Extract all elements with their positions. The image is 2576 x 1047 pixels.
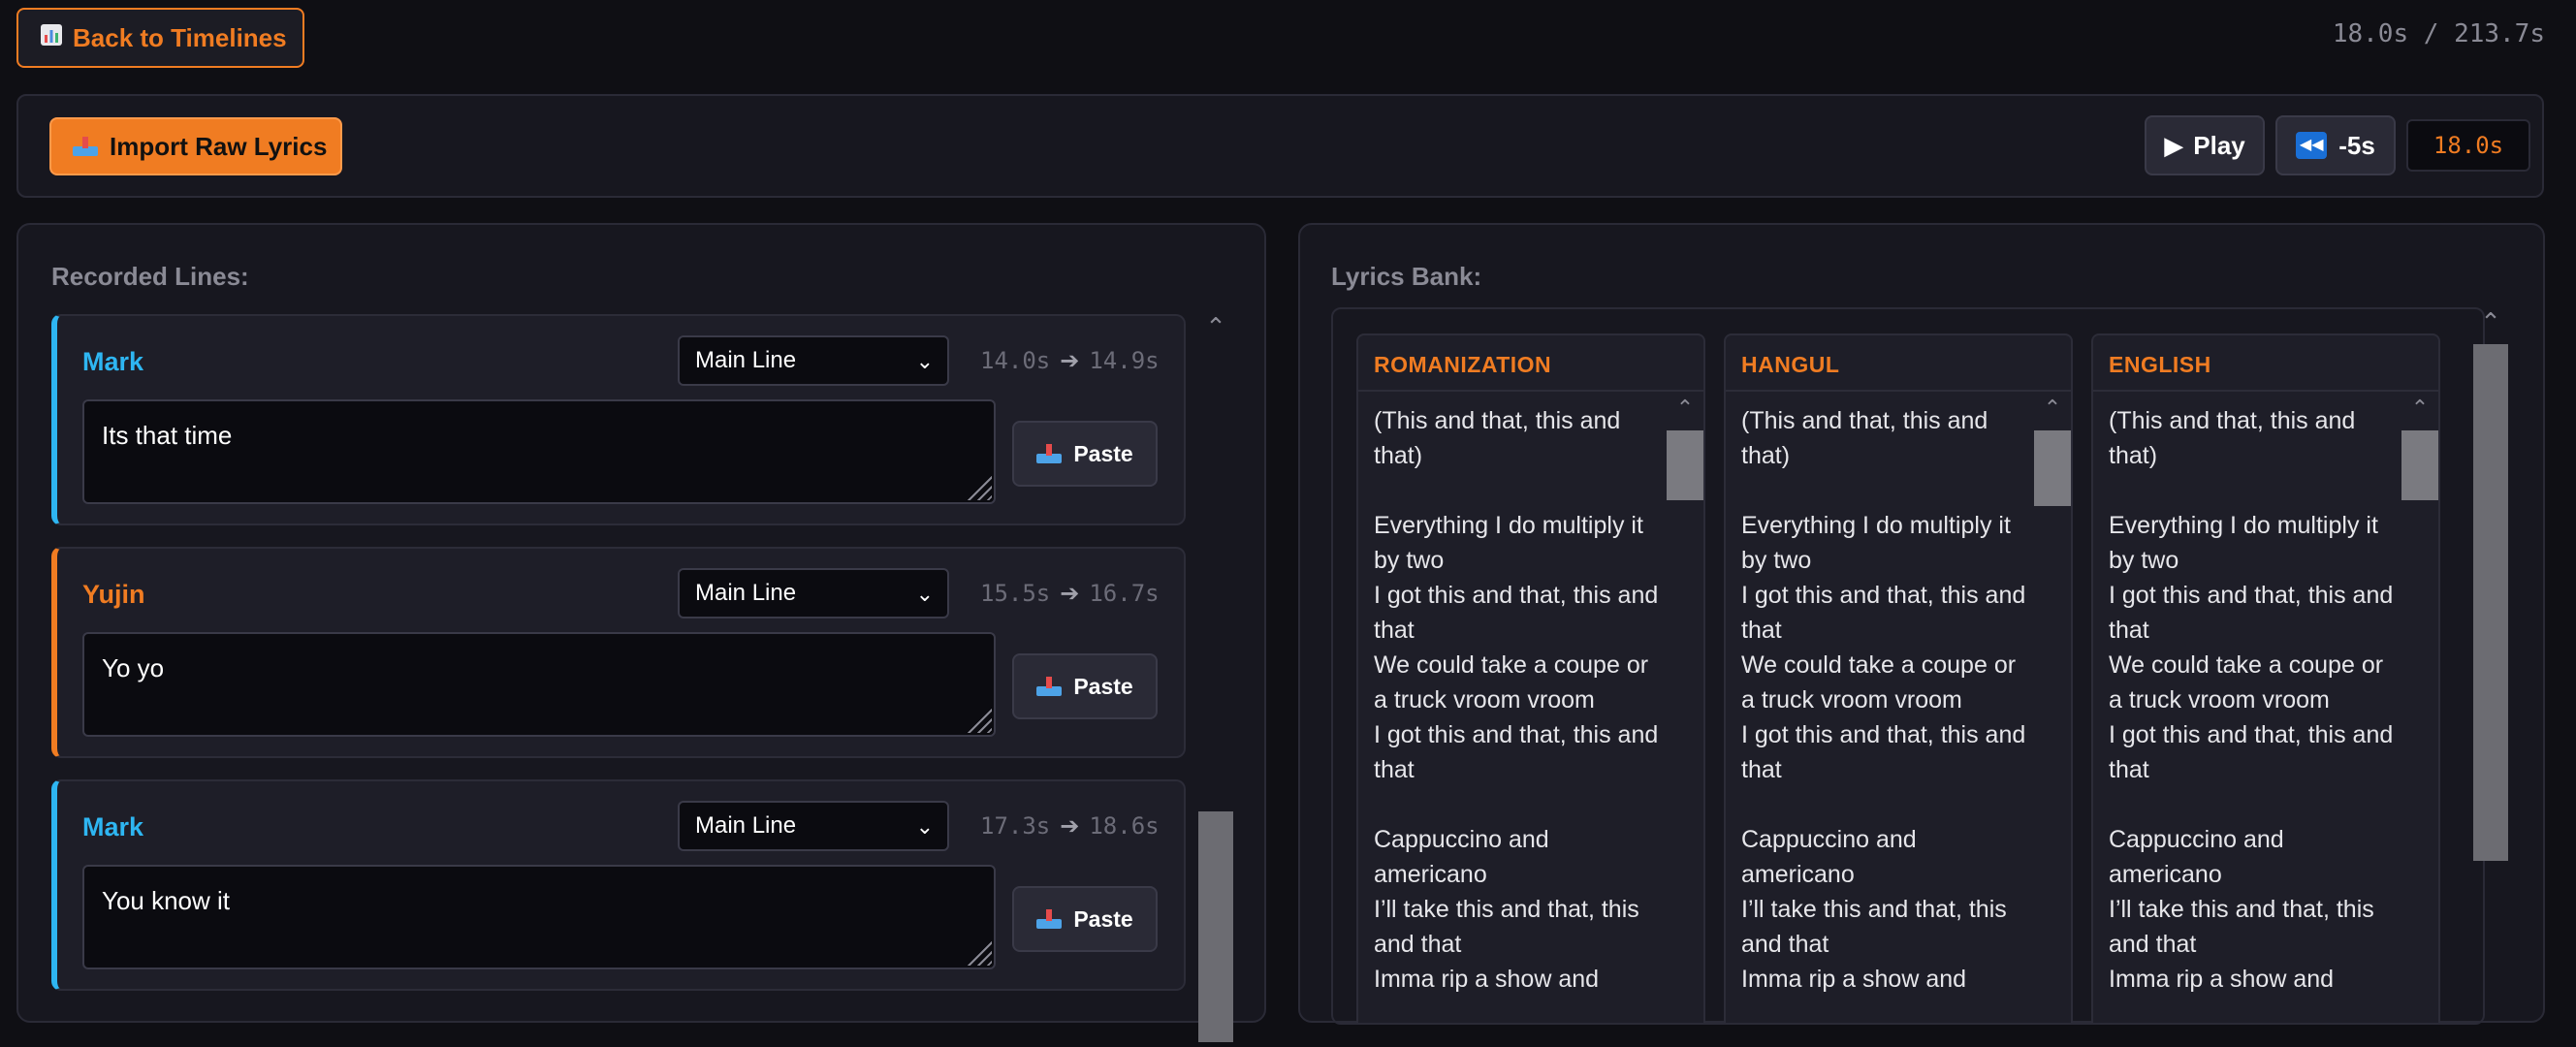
recorded-lines-panel: Recorded Lines: Mark Main Line ⌄ 14.0s ➔ 1… bbox=[16, 223, 1266, 1042]
line-type-select[interactable]: Main Line ⌄ bbox=[678, 801, 949, 851]
current-time-display: 18.0s bbox=[2406, 119, 2530, 172]
bank-column-text[interactable]: (This and that, this and that) Everythin… bbox=[1374, 403, 1665, 997]
speaker-name: Yujin bbox=[82, 580, 145, 609]
line-type-select[interactable]: Main Line ⌄ bbox=[678, 335, 949, 386]
recorded-lines-scrollbar[interactable]: ⌃ ⌄ bbox=[1198, 312, 1233, 1042]
play-label: Play bbox=[2193, 130, 2245, 160]
scroll-thumb[interactable] bbox=[1667, 430, 1703, 500]
column-scrollbar[interactable]: ⌃ bbox=[2034, 394, 2071, 1023]
bank-column-romanization: ROMANIZATION (This and that, this and th… bbox=[1356, 333, 1705, 1023]
lyrics-bank-scrollbar[interactable]: ⌃ ⌄ bbox=[2473, 307, 2508, 1047]
bank-column-english: ENGLISH (This and that, this and that) E… bbox=[2091, 333, 2440, 1023]
line-start-time: 15.5s bbox=[980, 580, 1051, 607]
back-to-timelines-button[interactable]: Back to Timelines bbox=[16, 8, 304, 68]
import-raw-lyrics-button[interactable]: Import Raw Lyrics bbox=[49, 117, 342, 175]
lyric-text: You know it bbox=[102, 886, 231, 915]
bank-column-hangul: HANGUL (This and that, this and that) Ev… bbox=[1724, 333, 2073, 1023]
chevron-down-icon: ⌄ bbox=[915, 349, 934, 373]
arrow-right-icon: ➔ bbox=[1060, 580, 1080, 607]
time-readout: 18.0s / 213.7s bbox=[2332, 19, 2545, 48]
chevron-up-icon[interactable]: ⌃ bbox=[1667, 394, 1703, 423]
line-end-time: 14.9s bbox=[1089, 347, 1160, 374]
paste-label: Paste bbox=[1073, 905, 1133, 932]
line-start-time: 14.0s bbox=[980, 347, 1051, 374]
play-button[interactable]: ▶ Play bbox=[2145, 115, 2265, 175]
lyric-textarea[interactable]: Yo yo bbox=[82, 632, 996, 737]
scroll-thumb[interactable] bbox=[2034, 430, 2071, 506]
rewind-label: -5s bbox=[2338, 130, 2375, 160]
lyric-textarea[interactable]: You know it bbox=[82, 865, 996, 969]
bar-chart-icon bbox=[40, 23, 63, 53]
line-type-value: Main Line bbox=[695, 347, 797, 373]
paste-button[interactable]: Paste bbox=[1012, 421, 1158, 487]
line-time-range: 15.5s ➔ 16.7s bbox=[980, 580, 1160, 607]
bank-column-text[interactable]: (This and that, this and that) Everythin… bbox=[2109, 403, 2400, 997]
bank-column-header: HANGUL bbox=[1726, 335, 2071, 392]
line-type-value: Main Line bbox=[695, 580, 797, 606]
recorded-line-card: Mark Main Line ⌄ 14.0s ➔ 14.9s Its that ti… bbox=[51, 314, 1186, 525]
playback-toolbar: Import Raw Lyrics ▶ Play ◀◀ -5s 18.0s bbox=[16, 94, 2544, 198]
line-time-range: 17.3s ➔ 18.6s bbox=[980, 812, 1160, 840]
bank-column-header: ROMANIZATION bbox=[1358, 335, 1703, 392]
line-end-time: 16.7s bbox=[1089, 580, 1160, 607]
recorded-line-card: Yujin Main Line ⌄ 15.5s ➔ 16.7s Yo yo Past… bbox=[51, 547, 1186, 758]
inbox-tray-icon bbox=[73, 137, 98, 156]
arrow-right-icon: ➔ bbox=[1060, 812, 1080, 840]
line-type-select[interactable]: Main Line ⌄ bbox=[678, 568, 949, 619]
scroll-thumb[interactable] bbox=[1198, 811, 1233, 1042]
recorded-line-card: Mark Main Line ⌄ 17.3s ➔ 18.6s You know it… bbox=[51, 779, 1186, 991]
scroll-thumb[interactable] bbox=[2401, 430, 2438, 500]
chevron-down-icon: ⌄ bbox=[915, 582, 934, 606]
lyric-textarea[interactable]: Its that time bbox=[82, 399, 996, 504]
rewind-icon: ◀◀ bbox=[2296, 132, 2328, 159]
line-time-range: 14.0s ➔ 14.9s bbox=[980, 347, 1160, 374]
inbox-tray-icon bbox=[1036, 909, 1063, 929]
column-scrollbar[interactable]: ⌃ bbox=[2401, 394, 2438, 1023]
lyrics-bank-panel: Lyrics Bank: ROMANIZATION (This and that… bbox=[1298, 223, 2545, 1047]
chevron-up-icon[interactable]: ⌃ bbox=[1198, 312, 1233, 341]
bank-column-text[interactable]: (This and that, this and that) Everythin… bbox=[1741, 403, 2032, 997]
paste-button[interactable]: Paste bbox=[1012, 886, 1158, 952]
lyrics-bank-columns: ROMANIZATION (This and that, this and th… bbox=[1331, 307, 2485, 1025]
inbox-tray-icon bbox=[1036, 677, 1063, 696]
column-scrollbar[interactable]: ⌃ bbox=[1667, 394, 1703, 1023]
rewind-5s-button[interactable]: ◀◀ -5s bbox=[2275, 115, 2396, 175]
speaker-name: Mark bbox=[82, 347, 144, 376]
resize-grip-icon[interactable] bbox=[967, 475, 992, 500]
back-to-timelines-label: Back to Timelines bbox=[73, 22, 287, 52]
line-end-time: 18.6s bbox=[1089, 812, 1160, 840]
top-bar: Back to Timelines 18.0s / 213.7s bbox=[0, 0, 2576, 78]
resize-grip-icon[interactable] bbox=[967, 708, 992, 733]
paste-label: Paste bbox=[1073, 440, 1133, 466]
lyric-text: Yo yo bbox=[102, 653, 165, 682]
lyric-text: Its that time bbox=[102, 421, 233, 450]
arrow-right-icon: ➔ bbox=[1060, 347, 1080, 374]
import-raw-lyrics-label: Import Raw Lyrics bbox=[110, 131, 328, 161]
line-start-time: 17.3s bbox=[980, 812, 1051, 840]
resize-grip-icon[interactable] bbox=[967, 940, 992, 966]
chevron-up-icon[interactable]: ⌃ bbox=[2034, 394, 2071, 423]
speaker-name: Mark bbox=[82, 812, 144, 841]
recorded-lines-title: Recorded Lines: bbox=[51, 262, 249, 291]
chevron-up-icon[interactable]: ⌃ bbox=[2401, 394, 2438, 423]
paste-button[interactable]: Paste bbox=[1012, 653, 1158, 719]
lyrics-bank-title: Lyrics Bank: bbox=[1331, 262, 1482, 291]
bank-column-header: ENGLISH bbox=[2093, 335, 2438, 392]
chevron-down-icon: ⌄ bbox=[915, 814, 934, 839]
paste-label: Paste bbox=[1073, 673, 1133, 699]
chevron-up-icon[interactable]: ⌃ bbox=[2473, 307, 2508, 336]
scroll-thumb[interactable] bbox=[2473, 344, 2508, 861]
inbox-tray-icon bbox=[1036, 444, 1063, 463]
play-icon: ▶ bbox=[2164, 130, 2184, 160]
line-type-value: Main Line bbox=[695, 812, 797, 839]
